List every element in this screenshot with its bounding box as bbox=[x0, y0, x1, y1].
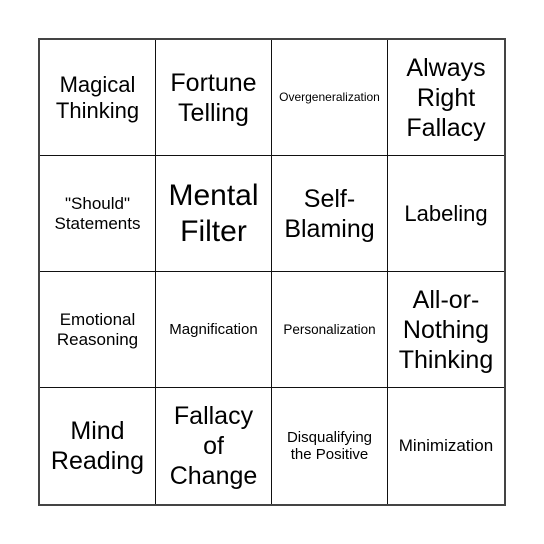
bingo-cell-magical-thinking[interactable]: Magical Thinking bbox=[40, 40, 156, 156]
cell-label-line: Minimization bbox=[398, 436, 494, 456]
bingo-cell-fallacy-of-change[interactable]: Fallacy of Change bbox=[156, 388, 272, 504]
bingo-cell-mental-filter[interactable]: Mental Filter bbox=[156, 156, 272, 272]
cell-label-line: Magnification bbox=[169, 320, 258, 338]
cell-label-line: Mental bbox=[168, 178, 259, 212]
bingo-cell-magnification[interactable]: Magnification bbox=[156, 272, 272, 388]
cell-label-line: Self- bbox=[303, 184, 356, 213]
cell-label-line: Reasoning bbox=[56, 329, 139, 349]
cell-label-line: Personalization bbox=[283, 321, 376, 337]
cell-label-line: Mind bbox=[70, 417, 125, 445]
cell-label-line: Fallacy bbox=[173, 402, 254, 430]
bingo-cell-mind-reading[interactable]: Mind Reading bbox=[40, 388, 156, 504]
cell-label-line: Disqualifying bbox=[286, 428, 373, 446]
cell-label-line: Statements bbox=[54, 213, 141, 233]
cell-label-line: of bbox=[203, 432, 224, 460]
cell-label-line: Telling bbox=[178, 98, 249, 127]
cell-label-line: Reading bbox=[50, 447, 145, 475]
bingo-cell-should-statements[interactable]: "Should" Statements bbox=[40, 156, 156, 272]
cell-label-line: Magical bbox=[59, 72, 136, 98]
bingo-cell-labeling[interactable]: Labeling bbox=[388, 156, 504, 272]
bingo-cell-emotional-reasoning[interactable]: Emotional Reasoning bbox=[40, 272, 156, 388]
cell-label-line: Fallacy bbox=[406, 113, 486, 142]
bingo-cell-minimization[interactable]: Minimization bbox=[388, 388, 504, 504]
cell-label-line: Blaming bbox=[284, 214, 375, 243]
bingo-cell-personalization[interactable]: Personalization bbox=[272, 272, 388, 388]
cell-label-line: Change bbox=[169, 462, 258, 490]
cell-label-line: the Positive bbox=[290, 446, 369, 463]
cell-label-line: Fortune bbox=[170, 68, 257, 97]
cell-label-line: Nothing bbox=[402, 315, 490, 344]
cell-label-line: Right bbox=[416, 83, 476, 112]
cell-label-line: Overgeneralization bbox=[279, 89, 380, 104]
cell-label-line: Labeling bbox=[404, 200, 488, 226]
bingo-cell-overgeneralization[interactable]: Overgeneralization bbox=[272, 40, 388, 156]
cell-label-line: Always bbox=[406, 53, 486, 82]
bingo-cell-disqualifying-the-positive[interactable]: Disqualifying the Positive bbox=[272, 388, 388, 504]
bingo-cell-all-or-nothing-thinking[interactable]: All-or- Nothing Thinking bbox=[388, 272, 504, 388]
bingo-card: Magical Thinking Fortune Telling Overgener… bbox=[38, 38, 506, 506]
cell-label-line: "Should" bbox=[64, 193, 130, 213]
cell-label-line: Filter bbox=[180, 214, 247, 248]
cell-label-line: All-or- bbox=[412, 285, 480, 314]
bingo-cell-always-right-fallacy[interactable]: Always Right Fallacy bbox=[388, 40, 504, 156]
bingo-cell-self-blaming[interactable]: Self- Blaming bbox=[272, 156, 388, 272]
cell-label-line: Thinking bbox=[398, 345, 494, 374]
cell-label-line: Emotional bbox=[59, 309, 136, 329]
bingo-cell-fortune-telling[interactable]: Fortune Telling bbox=[156, 40, 272, 156]
cell-label-line: Thinking bbox=[55, 97, 140, 123]
